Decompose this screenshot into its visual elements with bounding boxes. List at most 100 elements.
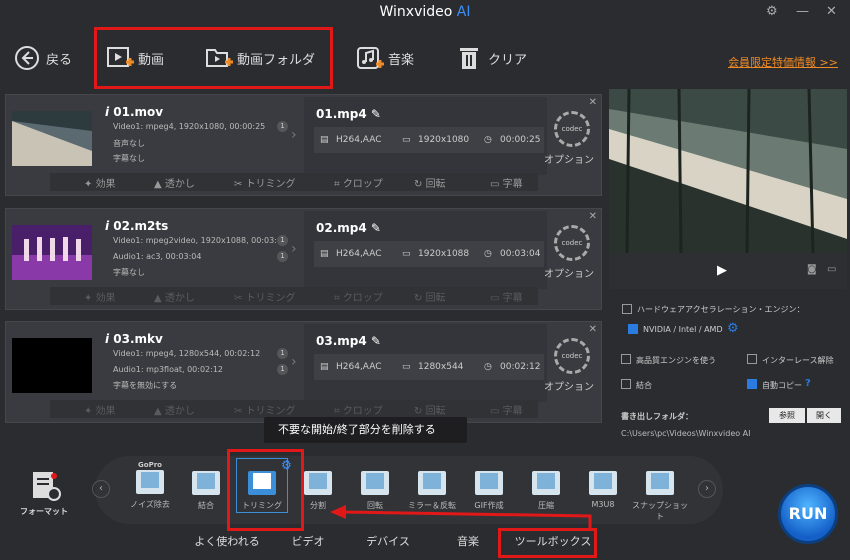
help-icon[interactable]: ? bbox=[805, 378, 811, 389]
tab-common[interactable]: よく使われる bbox=[186, 530, 268, 554]
output-codec: H264,AAC bbox=[336, 362, 382, 372]
rotate-button[interactable]: ↻ 回転 bbox=[414, 402, 446, 417]
tool-merge[interactable]: 結合 bbox=[178, 462, 234, 511]
browse-button[interactable]: 参照 bbox=[769, 408, 805, 423]
merge-checkbox[interactable] bbox=[621, 379, 631, 389]
hw-accel-checkbox[interactable] bbox=[622, 304, 632, 314]
audio-track-info: 音声なし bbox=[113, 139, 145, 148]
output-info-row: ▤ H264,AAC ▭ 1920x1080 ◷ 00:00:25 bbox=[314, 127, 544, 153]
format-icon[interactable] bbox=[30, 470, 61, 501]
nvidia-checkbox[interactable] bbox=[628, 324, 638, 334]
edit-bar: ✦ 効果 ▲ 透かし ✂ トリミング ⌗ クロップ ↻ 回転 ▭ 字幕 bbox=[50, 173, 538, 191]
format-label: フォーマット bbox=[20, 507, 68, 516]
track-count-badge: 1 bbox=[277, 121, 288, 132]
list-item[interactable]: i 03.mkv Video1: mpeg4, 1280x544, 00:02:… bbox=[5, 321, 602, 423]
output-filename: 02.mp4 bbox=[316, 221, 367, 235]
tab-video[interactable]: ビデオ bbox=[270, 530, 346, 554]
audio-track-info: Audio1: ac3, 00:03:04 bbox=[113, 252, 202, 261]
trim-button[interactable]: ✂ トリミング bbox=[234, 175, 296, 190]
list-item[interactable]: i 02.m2ts Video1: mpeg2video, 1920x1088,… bbox=[5, 208, 602, 310]
minimize-button[interactable]: — bbox=[796, 4, 809, 19]
option-label[interactable]: オプション bbox=[544, 378, 594, 393]
promo-link[interactable]: 会員限定特価情報 >> bbox=[728, 54, 838, 70]
folder-icon[interactable]: ▭ bbox=[827, 264, 836, 275]
remove-item-icon[interactable]: ✕ bbox=[589, 324, 597, 335]
watermark-button[interactable]: ▲ 透かし bbox=[154, 175, 195, 190]
codec-gear-button[interactable]: codec bbox=[554, 225, 590, 261]
hw-settings-gear-icon[interactable]: ⚙ bbox=[727, 321, 739, 336]
output-panel: 02.mp4 ✎ ▤ H264,AAC ▭ 1920x1088 ◷ 00:03:04 bbox=[304, 211, 547, 289]
output-panel: 03.mp4 ✎ ▤ H264,AAC ▭ 1280x544 ◷ 00:02:12 bbox=[304, 324, 547, 402]
autocopy-checkbox[interactable] bbox=[747, 379, 757, 389]
tab-music[interactable]: 音楽 bbox=[430, 530, 506, 554]
clear-button[interactable]: クリア bbox=[456, 40, 527, 76]
edit-pencil-icon[interactable]: ✎ bbox=[371, 221, 381, 235]
music-add-icon bbox=[356, 45, 384, 71]
codec-gear-button[interactable]: codec bbox=[554, 338, 590, 374]
video-preview bbox=[609, 89, 847, 253]
edit-pencil-icon[interactable]: ✎ bbox=[371, 334, 381, 348]
output-info-row: ▤ H264,AAC ▭ 1920x1088 ◷ 00:03:04 bbox=[314, 241, 544, 267]
clock-icon: ◷ bbox=[484, 135, 492, 145]
option-label[interactable]: オプション bbox=[544, 151, 594, 166]
run-button[interactable]: RUN bbox=[778, 484, 838, 544]
subtitle-button[interactable]: ▭ 字幕 bbox=[490, 175, 523, 190]
trim-button[interactable]: ✂ トリミング bbox=[234, 289, 296, 304]
edit-pencil-icon[interactable]: ✎ bbox=[371, 107, 381, 121]
clock-icon: ◷ bbox=[484, 249, 492, 259]
tool-denoise[interactable]: GoPro ノイズ除去 bbox=[122, 462, 178, 510]
m3u8-icon bbox=[589, 471, 617, 495]
list-item[interactable]: i 01.mov Video1: mpeg4, 1920x1080, 00:00… bbox=[5, 94, 602, 196]
merge-label: 結合 bbox=[636, 381, 652, 390]
source-filename: i 03.mkv bbox=[105, 332, 163, 346]
deinterlace-label: インターレース解除 bbox=[762, 356, 834, 365]
scroll-left-arrow-icon[interactable]: ‹ bbox=[92, 480, 110, 498]
video-track-info: Video1: mpeg4, 1920x1080, 00:00:25 bbox=[113, 122, 266, 131]
camera-icon[interactable]: ◙ bbox=[807, 264, 817, 275]
output-resolution: 1920x1080 bbox=[418, 135, 470, 145]
crop-button[interactable]: ⌗ クロップ bbox=[334, 289, 383, 304]
trash-icon bbox=[456, 45, 482, 71]
hq-engine-checkbox[interactable] bbox=[621, 354, 631, 364]
watermark-button[interactable]: ▲ 透かし bbox=[154, 402, 195, 417]
rotate-button[interactable]: ↻ 回転 bbox=[414, 175, 446, 190]
option-label[interactable]: オプション bbox=[544, 265, 594, 280]
close-button[interactable]: ✕ bbox=[826, 4, 837, 19]
crop-button[interactable]: ⌗ クロップ bbox=[334, 175, 383, 190]
play-icon[interactable]: ▶ bbox=[717, 263, 727, 278]
gopro-logo: GoPro bbox=[138, 461, 162, 469]
app-title: Winxvideo AI bbox=[379, 4, 471, 20]
rotate-icon bbox=[361, 471, 389, 495]
remove-item-icon[interactable]: ✕ bbox=[589, 97, 597, 108]
output-duration: 00:03:04 bbox=[500, 249, 541, 259]
subtitle-track-info: 字幕を無効にする bbox=[113, 381, 178, 390]
deinterlace-checkbox[interactable] bbox=[747, 354, 757, 364]
effect-button[interactable]: ✦ 効果 bbox=[84, 402, 116, 417]
effect-button[interactable]: ✦ 効果 bbox=[84, 289, 116, 304]
codec-gear-button[interactable]: codec bbox=[554, 111, 590, 147]
tool-label: 結合 bbox=[198, 501, 214, 510]
back-button[interactable]: 戻る bbox=[14, 40, 72, 76]
add-music-button[interactable]: 音楽 bbox=[356, 40, 414, 76]
trim-button[interactable]: ✂ トリミング bbox=[234, 402, 296, 417]
settings-gear-icon[interactable]: ⚙ bbox=[766, 4, 778, 19]
effect-button[interactable]: ✦ 効果 bbox=[84, 175, 116, 190]
tool-snapshot[interactable]: スナップショット bbox=[632, 462, 688, 522]
scroll-right-arrow-icon[interactable]: › bbox=[698, 480, 716, 498]
remove-item-icon[interactable]: ✕ bbox=[589, 211, 597, 222]
output-resolution: 1920x1088 bbox=[418, 249, 470, 259]
compress-icon bbox=[532, 471, 560, 495]
tab-device[interactable]: デバイス bbox=[348, 530, 428, 554]
film-icon: ▤ bbox=[320, 135, 329, 145]
track-count-badge: 1 bbox=[277, 364, 288, 375]
crop-button[interactable]: ⌗ クロップ bbox=[334, 402, 383, 417]
subtitle-button[interactable]: ▭ 字幕 bbox=[490, 289, 523, 304]
chevron-right-icon: › bbox=[291, 241, 297, 257]
source-filename: i 02.m2ts bbox=[105, 219, 169, 233]
watermark-button[interactable]: ▲ 透かし bbox=[154, 289, 195, 304]
rotate-button[interactable]: ↻ 回転 bbox=[414, 289, 446, 304]
open-folder-button[interactable]: 開く bbox=[807, 408, 841, 423]
subtitle-button[interactable]: ▭ 字幕 bbox=[490, 402, 523, 417]
resolution-icon: ▭ bbox=[402, 362, 411, 372]
highlight-box-add-buttons bbox=[94, 27, 333, 89]
